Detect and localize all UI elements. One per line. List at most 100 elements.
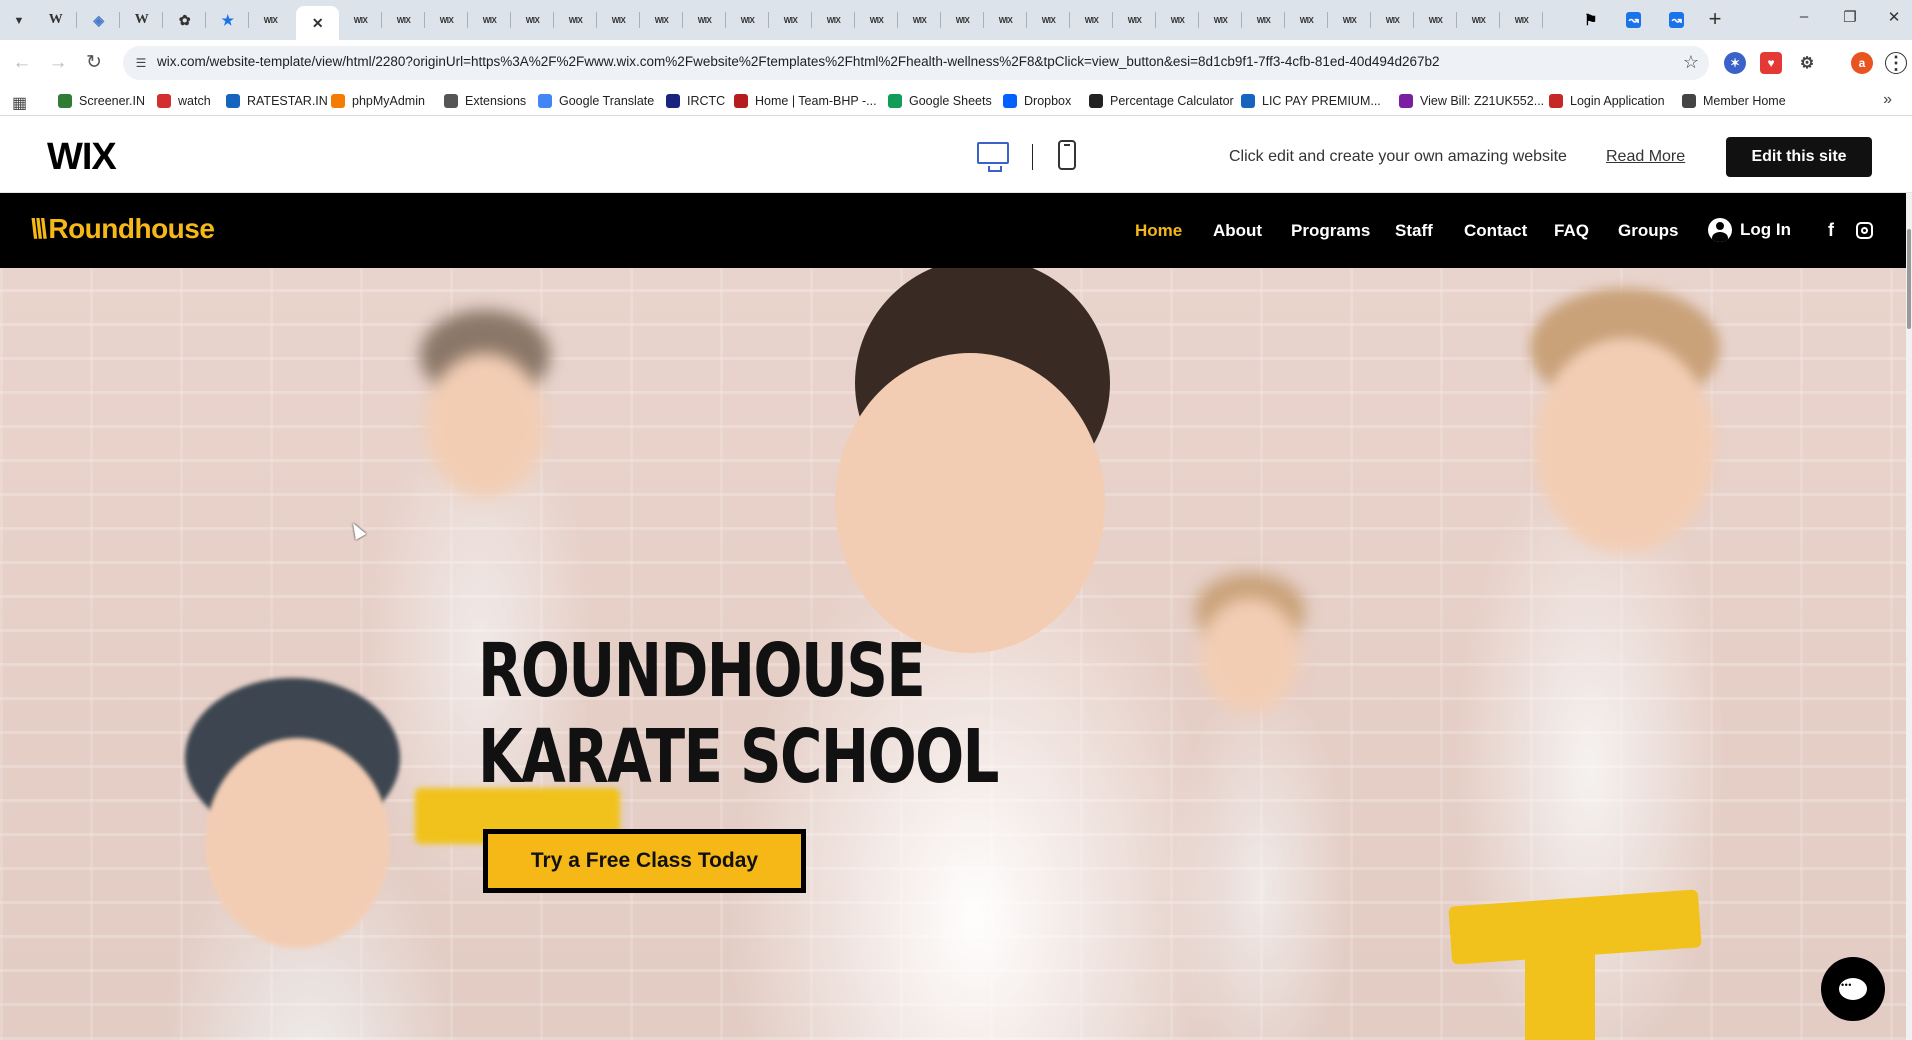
browser-tab[interactable]: WIX xyxy=(597,6,640,34)
nav-item-home[interactable]: Home xyxy=(1135,221,1182,241)
browser-tab[interactable]: WIX xyxy=(984,6,1027,34)
browser-tab[interactable]: WIX xyxy=(339,6,382,34)
browser-tab[interactable]: WIX xyxy=(1070,6,1113,34)
extension-icon[interactable]: ✶ xyxy=(1724,52,1746,74)
shield-extension-icon[interactable]: ♥ xyxy=(1760,52,1782,74)
restore-button[interactable]: ❐ xyxy=(1828,8,1872,32)
bookmark-item[interactable]: Percentage Calculator xyxy=(1089,92,1234,110)
address-bar[interactable]: ☰ wix.com/website-template/view/html/228… xyxy=(123,46,1709,80)
desktop-view-icon[interactable] xyxy=(977,142,1009,172)
nav-item-contact[interactable]: Contact xyxy=(1464,221,1527,241)
browser-tab[interactable]: ✿ xyxy=(163,6,206,34)
scrollbar-thumb[interactable] xyxy=(1907,229,1911,329)
browser-tab[interactable]: WIX xyxy=(640,6,683,34)
bookmark-item[interactable]: Google Translate xyxy=(538,92,654,110)
browser-tab[interactable]: WIX xyxy=(1242,6,1285,34)
free-class-button[interactable]: Try a Free Class Today xyxy=(483,829,806,893)
instagram-icon[interactable] xyxy=(1856,222,1873,239)
puzzle-extensions-icon[interactable]: ⚙ xyxy=(1796,52,1818,74)
browser-tab[interactable]: WIX xyxy=(855,6,898,34)
browser-tab[interactable]: ↝ xyxy=(1655,6,1698,34)
back-arrow-icon[interactable]: ← xyxy=(10,51,34,75)
close-icon[interactable]: ✕ xyxy=(312,15,324,32)
browser-tab[interactable]: WIX xyxy=(1500,6,1543,34)
bookmark-item[interactable]: Home | Team-BHP -... xyxy=(734,92,877,110)
bookmark-star-icon[interactable]: ☆ xyxy=(1683,52,1699,73)
bookmark-item[interactable]: Screener.IN xyxy=(58,92,145,110)
nav-item-faq[interactable]: FAQ xyxy=(1554,221,1589,241)
browser-tab[interactable]: WIX xyxy=(1199,6,1242,34)
bookmark-item[interactable]: Google Sheets xyxy=(888,92,992,110)
browser-tab[interactable]: WIX xyxy=(511,6,554,34)
facebook-icon[interactable]: f xyxy=(1828,220,1834,241)
bookmark-item[interactable]: View Bill: Z21UK552... xyxy=(1399,92,1544,110)
hero-photo-blond-face xyxy=(1535,338,1715,553)
browser-tab[interactable]: WIX xyxy=(1457,6,1500,34)
minimize-button[interactable]: – xyxy=(1782,8,1826,32)
browser-tab[interactable]: WIX xyxy=(1371,6,1414,34)
bookmark-favicon-icon xyxy=(226,94,240,108)
bookmark-item[interactable]: watch xyxy=(157,92,211,110)
wix-logo[interactable]: WIX xyxy=(47,136,117,179)
bookmark-favicon-icon xyxy=(888,94,902,108)
login-button[interactable]: Log In xyxy=(1708,218,1791,242)
new-tab-button[interactable]: + xyxy=(1703,8,1727,32)
forward-arrow-icon[interactable]: → xyxy=(46,51,70,75)
browser-tab[interactable]: W xyxy=(120,6,163,34)
browser-tab[interactable]: W xyxy=(34,6,77,34)
page-scrollbar[interactable] xyxy=(1906,193,1912,1040)
browser-tab[interactable]: WIX xyxy=(812,6,855,34)
browser-tab[interactable]: WIX xyxy=(898,6,941,34)
login-label: Log In xyxy=(1740,220,1791,239)
more-bookmarks-icon[interactable]: » xyxy=(1883,91,1892,109)
nav-item-staff[interactable]: Staff xyxy=(1395,221,1433,241)
bookmark-item[interactable]: phpMyAdmin xyxy=(331,92,425,110)
profile-avatar[interactable]: a xyxy=(1851,52,1873,74)
apps-grid-icon[interactable]: ▦ xyxy=(12,93,27,113)
browser-tab[interactable]: ★ xyxy=(206,6,249,34)
url-text[interactable]: wix.com/website-template/view/html/2280?… xyxy=(157,54,1440,69)
bookmark-item[interactable]: Dropbox xyxy=(1003,92,1071,110)
browser-tab[interactable]: WIX xyxy=(683,6,726,34)
browser-tab[interactable]: ◈ xyxy=(77,6,120,34)
browser-tab[interactable]: WIX xyxy=(1328,6,1371,34)
browser-tab[interactable]: WIX xyxy=(1156,6,1199,34)
wix-icon: WIX xyxy=(353,15,368,25)
browser-tab-active[interactable]: ✕ xyxy=(296,6,339,40)
bookmark-item[interactable]: Member Home xyxy=(1682,92,1786,110)
hero-title-line: KARATE SCHOOL xyxy=(478,714,999,800)
read-more-link[interactable]: Read More xyxy=(1606,148,1685,166)
bookmark-item[interactable]: RATESTAR.IN xyxy=(226,92,328,110)
edit-site-button[interactable]: Edit this site xyxy=(1726,137,1872,177)
browser-tab[interactable]: WIX xyxy=(1027,6,1070,34)
browser-tab[interactable]: WIX xyxy=(425,6,468,34)
chat-button[interactable] xyxy=(1821,957,1885,1021)
nav-item-groups[interactable]: Groups xyxy=(1618,221,1678,241)
browser-tab[interactable]: WIX xyxy=(726,6,769,34)
site-info-icon[interactable]: ☰ xyxy=(131,53,151,73)
browser-tab[interactable]: WIX xyxy=(1285,6,1328,34)
nav-item-about[interactable]: About xyxy=(1213,221,1262,241)
browser-tab[interactable]: ⚑ xyxy=(1569,6,1612,34)
tab-search-icon[interactable]: ▼ xyxy=(8,10,30,32)
bookmark-item[interactable]: IRCTC xyxy=(666,92,725,110)
browser-tab[interactable]: WIX xyxy=(554,6,597,34)
browser-tab[interactable]: WIX xyxy=(1414,6,1457,34)
mobile-view-icon[interactable] xyxy=(1058,140,1076,170)
browser-tab[interactable]: WIX xyxy=(1113,6,1156,34)
browser-tab[interactable]: WIX xyxy=(382,6,425,34)
nav-item-programs[interactable]: Programs xyxy=(1291,221,1370,241)
bookmark-item[interactable]: Extensions xyxy=(444,92,526,110)
browser-tab[interactable]: WIX xyxy=(249,6,292,34)
close-window-button[interactable]: ✕ xyxy=(1872,8,1912,32)
reload-icon[interactable]: ↻ xyxy=(82,51,106,75)
browser-tab[interactable]: WIX xyxy=(769,6,812,34)
browser-tab[interactable]: ↝ xyxy=(1612,6,1655,34)
wix-icon: WIX xyxy=(263,15,278,25)
bookmark-item[interactable]: LIC PAY PREMIUM... xyxy=(1241,92,1381,110)
browser-tab[interactable]: WIX xyxy=(468,6,511,34)
bookmark-item[interactable]: Login Application xyxy=(1549,92,1665,110)
site-logo[interactable]: \\\ Roundhouse xyxy=(30,213,215,245)
browser-tab[interactable]: WIX xyxy=(941,6,984,34)
browser-menu-icon[interactable]: ⋮ xyxy=(1885,52,1907,74)
